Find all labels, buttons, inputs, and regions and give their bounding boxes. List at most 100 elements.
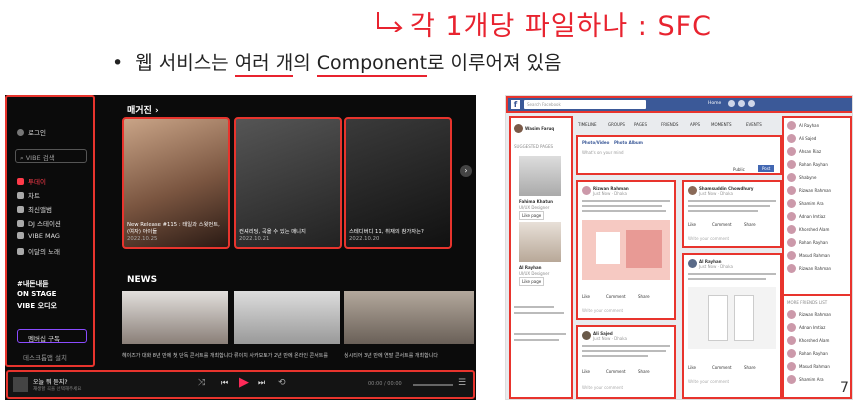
friend-avatar[interactable] [787, 173, 796, 182]
vibe-logo-3[interactable]: VIBE 오디오 [17, 301, 57, 311]
vibe-news-image-2[interactable] [234, 291, 340, 344]
vibe-news-title-2[interactable]: 류이치 사카모토가 2년 만에 온라인 콘서트를 [234, 352, 328, 359]
playlist-icon[interactable]: ☰ [458, 378, 466, 388]
friend-name[interactable]: Rohan Rayhan [799, 162, 828, 167]
vibe-subscribe-button[interactable]: 멤버십 구독 [17, 329, 87, 343]
friend-avatar[interactable] [787, 147, 796, 156]
friend-name[interactable]: Adnan Imtiaz [799, 325, 825, 330]
vibe-logo-1[interactable]: #내돈내듣 [17, 279, 49, 289]
comment-input[interactable]: Write your comment [582, 385, 623, 390]
vibe-news-title-1[interactable]: 헤이즈가 대화 8년 만에 첫 단독 콘서트를 개최합니다 [122, 352, 233, 359]
share-button[interactable]: Share [744, 222, 756, 227]
friend-name[interactable]: Ahsan Riaz [799, 149, 821, 154]
comment-button[interactable]: Comment [606, 369, 626, 374]
friend-avatar[interactable] [787, 323, 796, 332]
next-icon[interactable]: ⏭ [258, 378, 265, 388]
comment-input[interactable]: Write your comment [688, 379, 729, 384]
like-button[interactable]: Like [582, 369, 590, 374]
messages-icon[interactable] [738, 100, 745, 107]
vibe-card-1[interactable]: New Release #115 : 태일과 스윗먼트, (여자) 아이들 202… [122, 117, 230, 249]
vibe-nav-dj[interactable]: DJ 스테이션 [17, 218, 61, 228]
profile-avatar[interactable] [514, 124, 523, 133]
friend-name[interactable]: Khorshed Alam [799, 227, 829, 232]
vibe-nav-albums[interactable]: 최신앨범 [17, 204, 52, 214]
post-avatar[interactable] [688, 259, 697, 268]
share-button[interactable]: Share [638, 369, 650, 374]
friend-avatar[interactable] [787, 186, 796, 195]
friend-avatar[interactable] [787, 362, 796, 371]
comment-button[interactable]: Comment [712, 365, 732, 370]
suggested-person-photo-2[interactable] [519, 222, 561, 262]
vibe-nav-song[interactable]: 이달의 노래 [17, 246, 60, 256]
post-button[interactable]: Post [758, 165, 775, 172]
tab-apps[interactable]: APPS [690, 122, 700, 127]
tab-events[interactable]: EVENTS [746, 122, 762, 127]
like-page-button-2[interactable]: Like page [519, 277, 545, 286]
shuffle-icon[interactable]: ⤨ [198, 378, 205, 388]
like-button[interactable]: Like [582, 294, 590, 299]
facebook-logo-icon[interactable]: f [511, 100, 520, 109]
vibe-nav-today[interactable]: 투데이 [17, 176, 46, 186]
post-image[interactable] [688, 287, 776, 349]
like-button[interactable]: Like [688, 365, 696, 370]
friend-avatar[interactable] [787, 310, 796, 319]
fb-profile-name[interactable]: Wasim Faruq [525, 126, 554, 131]
vibe-news-title-3[interactable]: 싱시티어 3년 만에 연말 콘서트를 개최합니다 [344, 352, 438, 359]
share-button[interactable]: Share [638, 294, 650, 299]
friend-name[interactable]: Adnan Imtiaz [799, 214, 825, 219]
friend-name[interactable]: Shamim Ara [799, 377, 824, 382]
friend-avatar[interactable] [787, 349, 796, 358]
vibe-nav-mag[interactable]: VIBE MAG [17, 232, 60, 240]
vibe-nav-chart[interactable]: 차트 [17, 190, 40, 200]
vibe-card-2[interactable]: 컨셔리딩, 곡을 수 있는 매니지 2022.10.21 [234, 117, 342, 249]
friend-name[interactable]: Rizwan Rahman [799, 188, 831, 193]
post-avatar[interactable] [582, 331, 591, 340]
repeat-icon[interactable]: ⟲ [278, 378, 286, 388]
friend-avatar[interactable] [787, 264, 796, 273]
friend-name[interactable]: Shamim Ara [799, 201, 824, 206]
comment-button[interactable]: Comment [712, 222, 732, 227]
fb-home-link[interactable]: Home [708, 101, 721, 106]
friend-avatar[interactable] [787, 160, 796, 169]
friend-avatar[interactable] [787, 238, 796, 247]
friend-avatar[interactable] [787, 336, 796, 345]
carousel-next-icon[interactable]: › [460, 165, 472, 177]
play-icon[interactable]: ▶ [239, 375, 249, 390]
like-button[interactable]: Like [688, 222, 696, 227]
friend-name[interactable]: Rohan Rayhan [799, 240, 828, 245]
tab-pages[interactable]: PAGES [634, 122, 647, 127]
post-avatar[interactable] [688, 186, 697, 195]
friend-name[interactable]: Masud Rahman [799, 364, 830, 369]
suggested-name-2[interactable]: Al Rayhan [519, 265, 542, 270]
friend-requests-icon[interactable] [728, 100, 735, 107]
photo-video-button[interactable]: Photo/Video [582, 140, 609, 145]
fb-search-input[interactable]: Search Facebook [524, 100, 646, 109]
tab-groups[interactable]: GROUPS [608, 122, 625, 127]
vibe-card-3[interactable]: 스테디버디 11, 취재의 참가자는? 2022.10.20 [344, 117, 452, 249]
vibe-search-input[interactable]: ⌕ VIBE 검색 [15, 149, 87, 163]
friend-avatar[interactable] [787, 121, 796, 130]
friend-avatar[interactable] [787, 199, 796, 208]
friend-name[interactable]: Al Rayhan [799, 123, 819, 128]
vibe-magazine-heading[interactable]: 매거진 › [127, 103, 159, 116]
suggested-name-1[interactable]: Fahima Khatun [519, 199, 553, 204]
photo-album-button[interactable]: Photo Album [614, 140, 643, 145]
friend-avatar[interactable] [787, 375, 796, 384]
friend-avatar[interactable] [787, 212, 796, 221]
public-dropdown[interactable]: Public [733, 167, 745, 172]
friend-name[interactable]: Masud Rahman [799, 253, 830, 258]
vibe-desktop-link[interactable]: 데스크톱앱 설치 [23, 352, 67, 362]
friend-avatar[interactable] [787, 134, 796, 143]
vibe-logo-2[interactable]: ON STAGE [17, 290, 56, 298]
volume-slider[interactable] [413, 384, 453, 386]
comment-input[interactable]: Write your comment [582, 308, 623, 313]
vibe-news-image-3[interactable] [344, 291, 474, 344]
friend-avatar[interactable] [787, 251, 796, 260]
suggested-person-photo-1[interactable] [519, 156, 561, 196]
tab-friends[interactable]: FRIENDS [661, 122, 678, 127]
prev-icon[interactable]: ⏮ [221, 378, 228, 388]
share-button[interactable]: Share [744, 365, 756, 370]
vibe-news-heading[interactable]: NEWS [127, 275, 157, 285]
friend-name[interactable]: Ali Sajed [799, 136, 816, 141]
tab-timeline[interactable]: TIMELINE [578, 122, 597, 127]
